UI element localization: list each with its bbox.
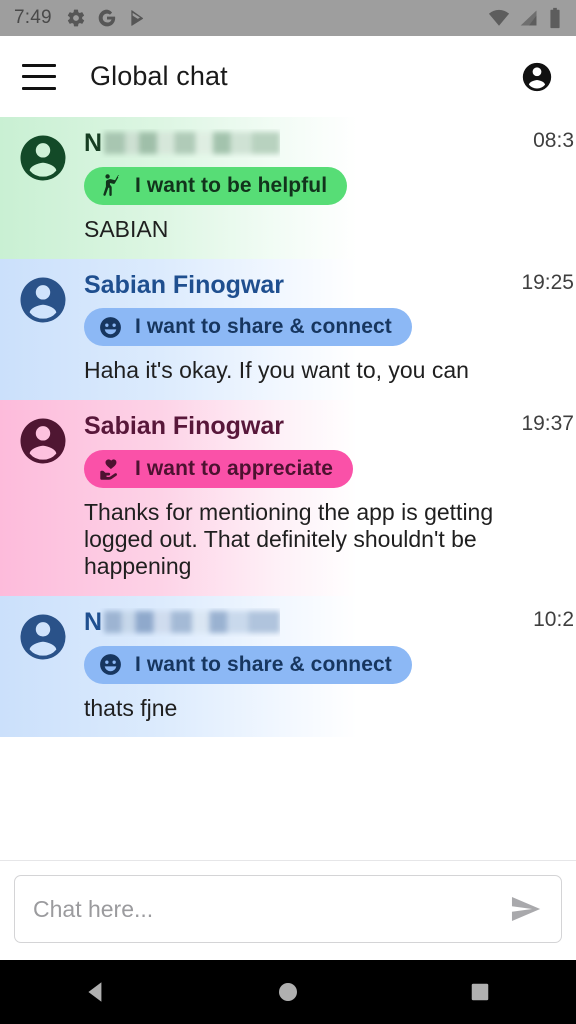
intent-badge[interactable]: I want to appreciate xyxy=(84,450,354,489)
home-circle-icon[interactable] xyxy=(256,960,320,1024)
gear-icon xyxy=(66,8,86,28)
message-header: Sabian Finogwar 19:25 xyxy=(84,270,574,300)
message-list[interactable]: N 08:3 I want to be helpful SABIAN Sabia… xyxy=(0,117,576,860)
message-timestamp: 19:37 xyxy=(521,412,574,436)
android-nav-bar xyxy=(0,960,576,1024)
message-sender-name: N xyxy=(84,608,281,637)
message-text: SABIAN xyxy=(84,215,169,242)
message-header: N 10:2 xyxy=(84,608,574,637)
message-row[interactable]: N 10:2 I want to share & connect thats f… xyxy=(0,595,576,738)
page-title: Global chat xyxy=(90,61,228,91)
hamburger-menu-icon[interactable] xyxy=(22,63,56,90)
message-text: thats fjne xyxy=(84,694,178,721)
message-row[interactable]: Sabian Finogwar 19:25 I want to share & … xyxy=(0,258,576,401)
avatar xyxy=(16,131,70,185)
message-row[interactable]: N 08:3 I want to be helpful SABIAN xyxy=(0,117,576,259)
message-text: Thanks for mentioning the app is getting… xyxy=(84,499,494,579)
composer-bar xyxy=(0,860,576,960)
message-header: N 08:3 xyxy=(84,129,574,158)
intent-badge[interactable]: I want to share & connect xyxy=(84,645,412,684)
message-sender-name: N xyxy=(84,129,281,158)
battery-icon xyxy=(548,7,562,29)
redacted-name-blur xyxy=(104,611,281,634)
message-timestamp: 10:2 xyxy=(533,607,574,631)
hand-holding-heart-icon xyxy=(98,457,123,482)
avatar xyxy=(16,610,70,664)
wifi-icon xyxy=(488,7,510,29)
message-timestamp: 08:3 xyxy=(533,129,574,152)
app-bar: Global chat xyxy=(0,36,576,117)
redacted-name-blur xyxy=(104,132,281,155)
recents-square-icon[interactable] xyxy=(448,960,512,1024)
smiley-face-icon xyxy=(98,652,123,677)
back-triangle-icon[interactable] xyxy=(64,960,128,1024)
chat-input-container[interactable] xyxy=(14,875,562,943)
message-sender-name: Sabian Finogwar xyxy=(84,412,285,441)
avatar xyxy=(16,414,70,468)
message-body: Sabian Finogwar 19:37 I want to apprecia… xyxy=(84,412,574,579)
phone-screen: 7:49 Global chat N 08:3 I want to be hel… xyxy=(0,0,576,1024)
smiley-face-icon xyxy=(98,315,123,340)
person-raising-hand-icon xyxy=(98,173,123,198)
message-header: Sabian Finogwar 19:37 xyxy=(84,412,574,441)
message-body: N 10:2 I want to share & connect thats f… xyxy=(84,608,574,722)
message-sender-name: Sabian Finogwar xyxy=(84,270,285,299)
status-bar: 7:49 xyxy=(0,0,576,36)
message-row[interactable]: Sabian Finogwar 19:37 I want to apprecia… xyxy=(0,400,576,596)
status-bar-system-icons xyxy=(488,7,562,29)
cell-signal-icon xyxy=(519,8,539,28)
intent-badge[interactable]: I want to be helpful xyxy=(84,166,348,205)
intent-badge-label: I want to share & connect xyxy=(135,315,392,339)
intent-badge-label: I want to be helpful xyxy=(135,173,328,197)
play-store-icon xyxy=(128,8,148,28)
intent-badge-label: I want to share & connect xyxy=(135,652,392,676)
avatar xyxy=(16,273,70,327)
message-text: Haha it's okay. If you want to, you can xyxy=(84,357,469,384)
intent-badge-label: I want to appreciate xyxy=(135,457,334,481)
status-bar-clock: 7:49 xyxy=(14,7,52,28)
message-timestamp: 19:25 xyxy=(521,270,574,294)
account-circle-icon[interactable] xyxy=(520,60,554,94)
message-body: N 08:3 I want to be helpful SABIAN xyxy=(84,129,574,243)
chat-input[interactable] xyxy=(33,895,499,923)
status-bar-notification-icons xyxy=(66,8,148,28)
message-body: Sabian Finogwar 19:25 I want to share & … xyxy=(84,270,574,385)
intent-badge[interactable]: I want to share & connect xyxy=(84,308,412,347)
google-g-icon xyxy=(97,8,117,28)
send-icon[interactable] xyxy=(509,892,543,926)
